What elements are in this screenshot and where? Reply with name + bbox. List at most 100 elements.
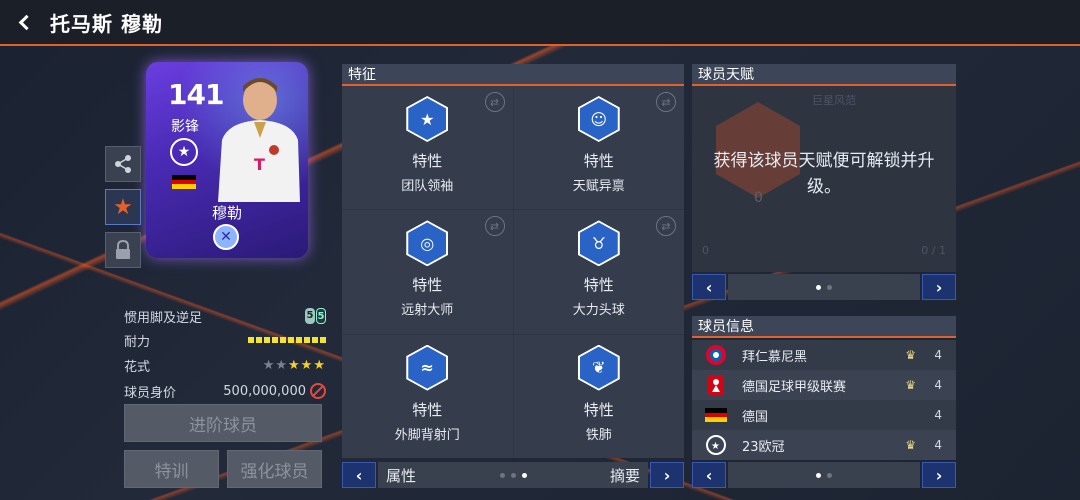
star-chevron-icon: ★ [406, 96, 449, 142]
traits-pager: 属性 摘要 [378, 462, 648, 488]
traits-next-button[interactable]: › [650, 462, 684, 488]
trait-cell[interactable]: ⇄ ◎ 特性 远射大师 [342, 210, 513, 334]
trait-title: 特性 [583, 400, 614, 419]
lock-button[interactable] [105, 232, 141, 268]
trait-title: 特性 [412, 400, 443, 419]
upgrade-player-button[interactable]: 进阶球员 [124, 404, 322, 442]
info-name: 拜仁慕尼黑 [742, 349, 808, 365]
weak-foot-label: 惯用脚及逆足 [124, 310, 203, 326]
info-rating: 4 [934, 408, 942, 422]
chevron-left-icon: ‹ [355, 465, 363, 485]
player-portrait: T [218, 78, 300, 202]
chevron-left-icon: ‹ [705, 277, 713, 297]
talent-bg-label: 巨星风范 [812, 94, 856, 107]
weak-foot-right-value: 5 [316, 308, 326, 324]
trait-cell[interactable]: ≈ 特性 外脚背射门 [342, 334, 513, 458]
trait-name: 大力头球 [572, 303, 625, 319]
chevron-left-icon: ‹ [705, 465, 713, 485]
star-icon: ★ [113, 194, 133, 220]
stamina-bar [248, 337, 326, 343]
chevron-right-icon: › [935, 465, 943, 485]
page-title: 托马斯 穆勒 [50, 11, 163, 36]
info-rating: 4 [934, 438, 942, 452]
brain-head-icon: ☺ [577, 96, 620, 142]
trait-name: 远射大师 [401, 303, 454, 319]
lock-icon [116, 240, 130, 259]
share-button[interactable] [105, 146, 141, 182]
info-next-button[interactable]: › [922, 462, 956, 488]
swap-icon[interactable]: ⇄ [656, 92, 676, 112]
talent-bg-count: 0 / 1 [921, 244, 946, 257]
trophy-icon: ♛ [905, 438, 916, 452]
trait-title: 特性 [583, 276, 614, 295]
info-pager [728, 462, 920, 488]
trait-name: 天赋异禀 [572, 179, 625, 194]
player-card[interactable]: 141 影锋 ★ T 穆勒 ✕ [146, 62, 308, 258]
card-position: 影锋 [171, 119, 199, 135]
trait-title: 特性 [412, 152, 443, 170]
lungs-icon: ❦ [577, 344, 620, 391]
chevron-left-icon [18, 14, 34, 30]
trophy-icon: ♛ [905, 348, 916, 362]
chevron-right-icon: › [663, 465, 671, 485]
weak-foot-badge: 5 5 [305, 308, 326, 324]
info-row-nation[interactable]: 德国 4 [692, 400, 956, 430]
trait-name: 团队领袖 [401, 179, 454, 194]
value-label: 球员身价 [124, 385, 177, 401]
talent-bg-left: 0 [702, 244, 709, 257]
pager-dots [816, 472, 832, 478]
talent-pager [728, 274, 920, 300]
info-row-program[interactable]: ★ 23欧冠 ♛ 4 [692, 430, 956, 460]
skill-row: 花式 ★★★★★ [124, 354, 326, 376]
champions-league-icon: ★ [704, 433, 728, 457]
not-tradable-icon [310, 383, 326, 399]
talent-message: 获得该球员天赋便可解锁并升级。 [713, 151, 935, 197]
player-value: 500,000,000 [223, 383, 306, 399]
weak-foot-row: 惯用脚及逆足 5 5 [124, 305, 326, 327]
chevron-right-icon: › [935, 277, 943, 297]
info-row-league[interactable]: 德国足球甲级联赛 ♛ 4 [692, 370, 956, 400]
bull-icon: ♉ [577, 220, 620, 267]
bundesliga-icon [704, 373, 728, 397]
trait-cell[interactable]: ⇄ ★ 特性 团队领袖 [342, 86, 513, 210]
player-info-header: 球员信息 [692, 316, 956, 338]
trait-name: 铁肺 [585, 427, 612, 443]
training-button[interactable]: 特训 [124, 450, 219, 488]
germany-flag-icon [172, 175, 196, 189]
trophy-icon: ♛ [905, 378, 916, 392]
back-button[interactable] [0, 0, 46, 45]
info-name: 23欧冠 [742, 439, 785, 455]
trait-cell[interactable]: ⇄ ☺ 特性 天赋异禀 [513, 86, 684, 210]
svg-text:★: ★ [711, 441, 720, 452]
talent-header: 球员天赋 [692, 64, 956, 86]
card-program-badge-icon: ✕ [213, 224, 239, 250]
talent-box: 巨星风范 0 0 0 / 1 获得该球员天赋便可解锁并升级。 [692, 86, 956, 272]
svg-text:T: T [254, 155, 265, 174]
target-ball-icon: ◎ [406, 220, 449, 267]
talent-next-button[interactable]: › [922, 274, 956, 300]
pager-right-label[interactable]: 摘要 [610, 465, 640, 486]
pager-left-label[interactable]: 属性 [386, 465, 416, 486]
enhance-player-button[interactable]: 强化球员 [227, 450, 322, 488]
swap-icon[interactable]: ⇄ [484, 92, 505, 112]
skill-label: 花式 [124, 359, 151, 375]
traits-grid: ⇄ ★ 特性 团队领袖 ⇄ ☺ 特性 天赋异禀 ⇄ ◎ 特性 远射大师 ⇄ ♉ … [342, 86, 684, 458]
talent-prev-button[interactable]: ‹ [692, 274, 726, 300]
trait-cell[interactable]: ⇄ ♉ 特性 大力头球 [513, 210, 684, 334]
pager-dots [500, 472, 528, 478]
info-row-club[interactable]: 拜仁慕尼黑 ♛ 4 [692, 340, 956, 370]
info-prev-button[interactable]: ‹ [692, 462, 726, 488]
trait-title: 特性 [583, 152, 614, 170]
stamina-row: 耐力 [124, 329, 326, 351]
bayern-munich-icon [704, 343, 728, 367]
info-name: 德国 [742, 409, 769, 425]
top-bar: 托马斯 穆勒 [0, 0, 1080, 46]
favorite-button[interactable]: ★ [105, 189, 141, 225]
stamina-label: 耐力 [124, 334, 151, 350]
traits-header: 特征 [342, 64, 684, 86]
share-icon [115, 155, 131, 173]
traits-prev-button[interactable]: ‹ [342, 462, 376, 488]
trait-cell[interactable]: ❦ 特性 铁肺 [513, 334, 684, 458]
swap-icon[interactable]: ⇄ [656, 216, 676, 237]
swap-icon[interactable]: ⇄ [484, 216, 505, 237]
